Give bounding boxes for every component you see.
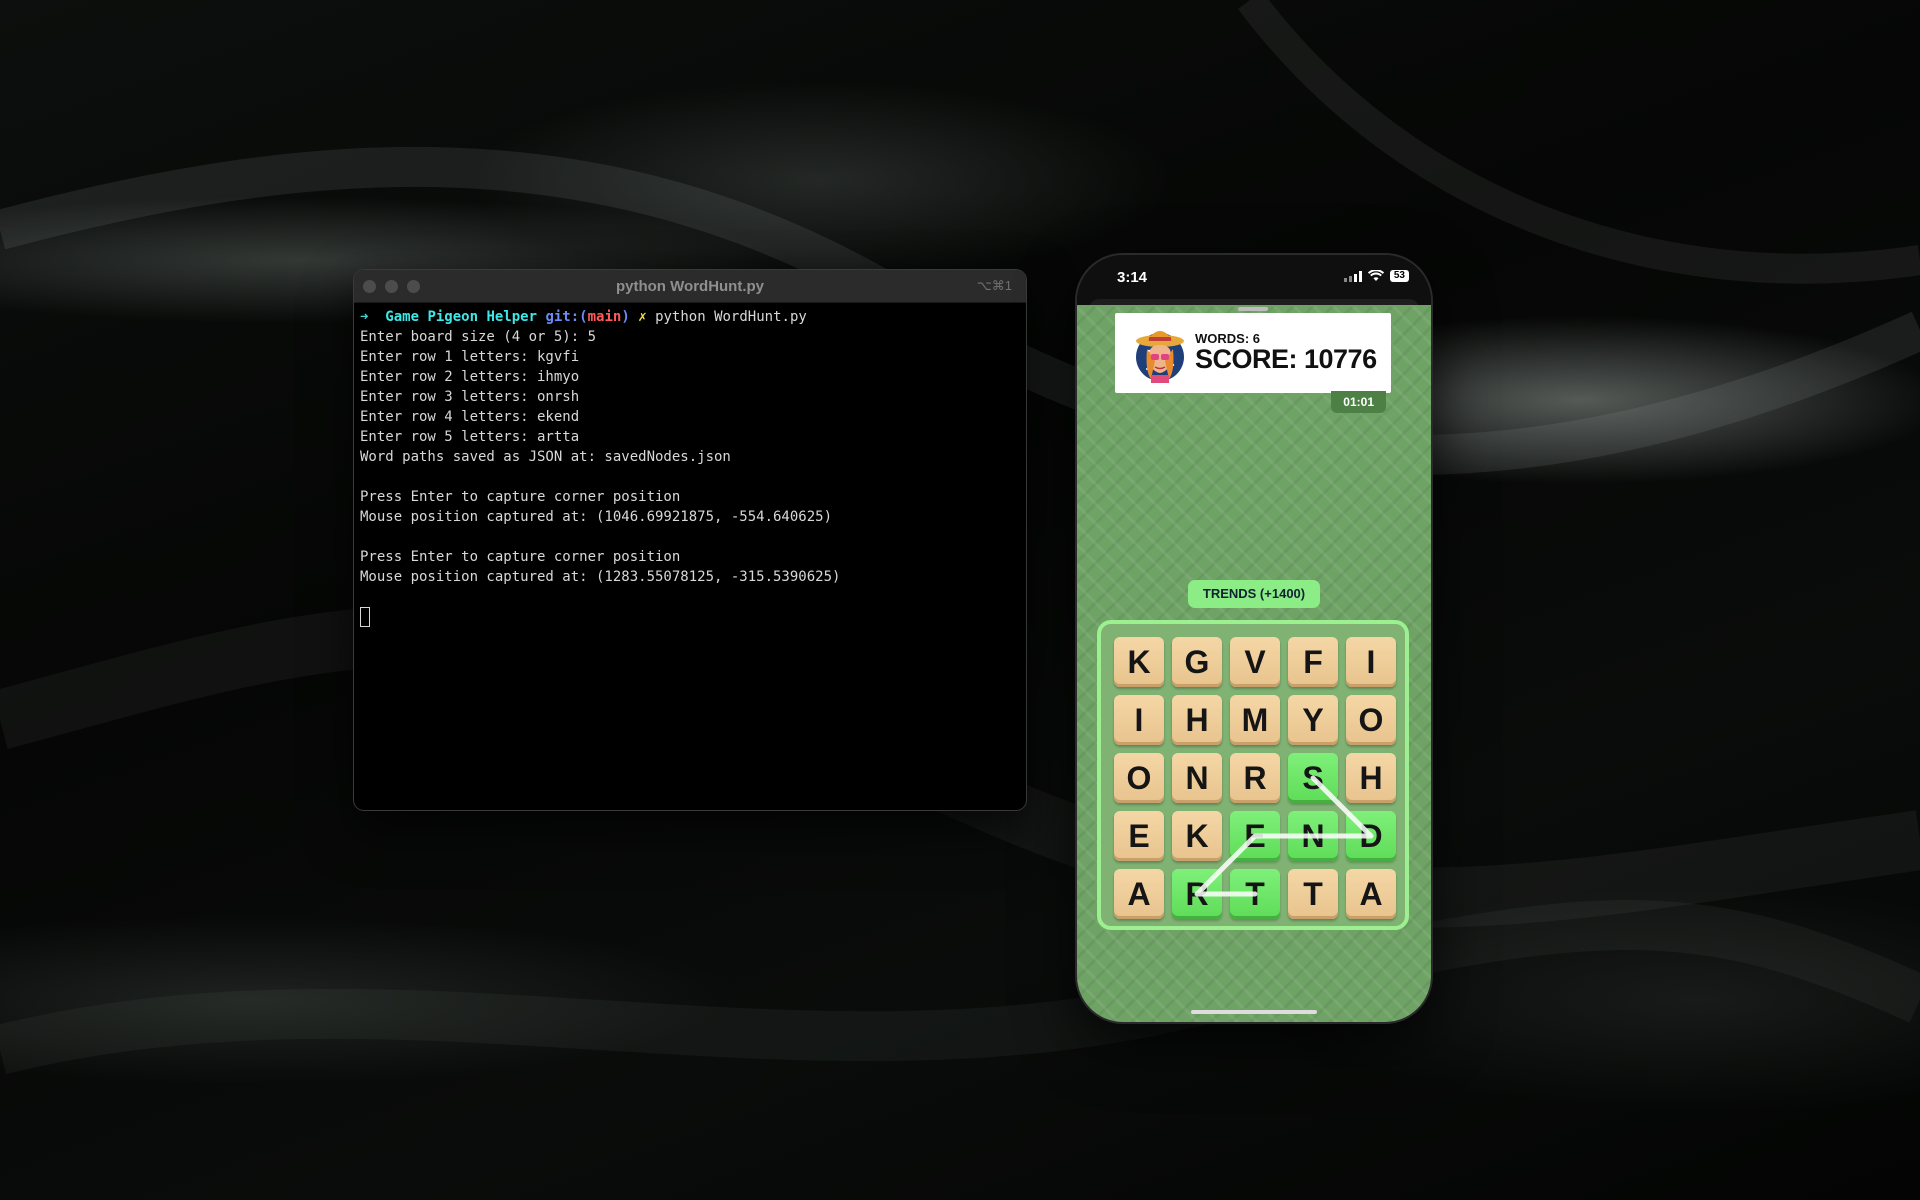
terminal-line: Enter row 4 letters: ekend (360, 409, 580, 425)
terminal-prompt-line: ➜ Game Pigeon Helper git:(main) ✗ python… (360, 307, 1020, 327)
letter-tile[interactable]: S (1288, 753, 1338, 803)
prompt-dirty-icon: ✗ (638, 309, 647, 325)
home-indicator[interactable] (1191, 1010, 1317, 1014)
letter-tile[interactable]: T (1230, 869, 1280, 919)
sheet-grabber[interactable] (1238, 307, 1268, 311)
letter-tile[interactable]: K (1172, 811, 1222, 861)
prompt-git-close: ) (621, 309, 630, 325)
terminal-title: python WordHunt.py (615, 278, 765, 295)
terminal-line: Press Enter to capture corner position (360, 549, 681, 565)
letter-tile[interactable]: E (1114, 811, 1164, 861)
letter-tile[interactable]: R (1230, 753, 1280, 803)
status-time: 3:14 (1117, 269, 1148, 286)
terminal-line: Mouse position captured at: (1046.699218… (360, 509, 833, 525)
terminal-line: Enter row 5 letters: artta (360, 429, 580, 445)
terminal-window[interactable]: python WordHunt.py ⌥⌘1 ➜ Game Pigeon Hel… (354, 270, 1026, 810)
status-bar: 3:14 53 (1077, 255, 1431, 305)
terminal-line: Enter row 3 letters: onrsh (360, 389, 580, 405)
letter-board[interactable]: KGVFIIHMYOONRSHEKENDARTTA (1097, 620, 1409, 930)
prompt-arrow-icon: ➜ (360, 309, 369, 325)
letter-tile[interactable]: N (1288, 811, 1338, 861)
game-timer: 01:01 (1331, 391, 1386, 413)
letter-tile[interactable]: E (1230, 811, 1280, 861)
phone-mirror-window[interactable]: 3:14 53 WORDS: 6 SCORE: 10776 01:01 TREN… (1077, 255, 1431, 1022)
terminal-titlebar[interactable]: python WordHunt.py ⌥⌘1 (354, 270, 1026, 303)
score-value: SCORE: 10776 (1195, 344, 1377, 374)
letter-tile[interactable]: H (1346, 753, 1396, 803)
terminal-cursor-line (360, 607, 1020, 627)
letter-tile[interactable]: V (1230, 637, 1280, 687)
letter-tile[interactable]: I (1346, 637, 1396, 687)
letter-tile[interactable]: N (1172, 753, 1222, 803)
letter-tile[interactable]: O (1114, 753, 1164, 803)
terminal-line: Enter row 2 letters: ihmyo (360, 369, 580, 385)
letter-tile[interactable]: A (1114, 869, 1164, 919)
letter-tile[interactable]: K (1114, 637, 1164, 687)
terminal-line: Press Enter to capture corner position (360, 489, 681, 505)
game-area[interactable]: WORDS: 6 SCORE: 10776 01:01 TRENDS (+140… (1077, 305, 1431, 1022)
letter-grid[interactable]: KGVFIIHMYOONRSHEKENDARTTA (1114, 637, 1396, 919)
terminal-output[interactable]: ➜ Game Pigeon Helper git:(main) ✗ python… (354, 303, 1026, 631)
terminal-line: Enter board size (4 or 5): 5 (360, 329, 597, 345)
terminal-line: Enter row 1 letters: kgvfi (360, 349, 580, 365)
terminal-line: Word paths saved as JSON at: savedNodes.… (360, 449, 731, 465)
status-icons: 53 (1343, 270, 1409, 282)
cellular-signal-icon (1343, 270, 1362, 282)
letter-tile[interactable]: H (1172, 695, 1222, 745)
score-card: WORDS: 6 SCORE: 10776 (1115, 307, 1391, 393)
terminal-shortcut: ⌥⌘1 (976, 278, 1012, 293)
terminal-line: Mouse position captured at: (1283.550781… (360, 569, 841, 585)
prompt-git-label: git:( (545, 309, 588, 325)
wifi-icon (1367, 270, 1384, 281)
prompt-command: python WordHunt.py (655, 309, 807, 325)
prompt-directory: Game Pigeon Helper (385, 309, 538, 325)
letter-tile[interactable]: Y (1288, 695, 1338, 745)
letter-tile[interactable]: I (1114, 695, 1164, 745)
player-avatar (1136, 331, 1184, 383)
letter-tile[interactable]: T (1288, 869, 1338, 919)
letter-tile[interactable]: D (1346, 811, 1396, 861)
battery-icon: 53 (1389, 270, 1409, 282)
letter-tile[interactable]: G (1172, 637, 1222, 687)
letter-tile[interactable]: A (1346, 869, 1396, 919)
letter-tile[interactable]: O (1346, 695, 1396, 745)
letter-tile[interactable]: F (1288, 637, 1338, 687)
text-cursor (360, 607, 370, 627)
letter-tile[interactable]: R (1172, 869, 1222, 919)
prompt-git-branch: main (587, 309, 622, 325)
current-word-badge: TRENDS (+1400) (1188, 580, 1320, 608)
letter-tile[interactable]: M (1230, 695, 1280, 745)
